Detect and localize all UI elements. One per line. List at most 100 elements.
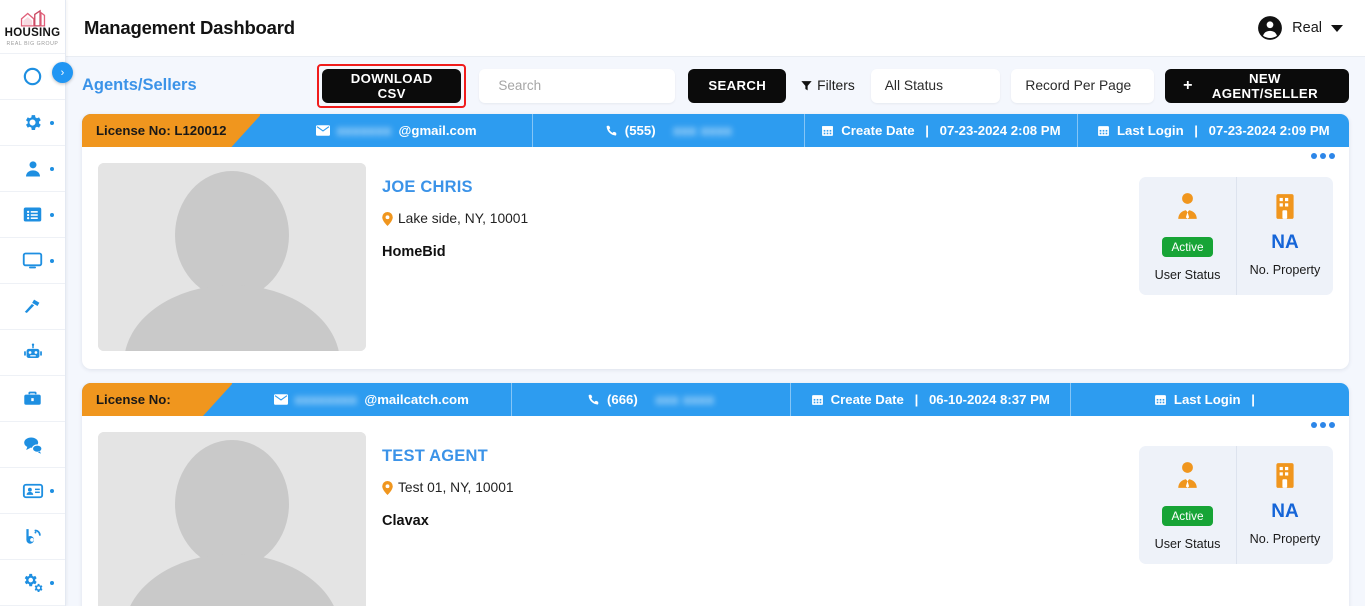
sidebar-item-tools[interactable] [0, 284, 65, 330]
main-area: Management Dashboard Real Agents/Sellers… [66, 0, 1365, 606]
monitor-icon [22, 252, 43, 269]
plus-icon: + [1183, 76, 1193, 94]
sidebar-item-listings[interactable] [0, 192, 65, 238]
download-csv-button[interactable]: DOWNLOAD CSV [322, 68, 462, 103]
sidebar-item-contacts[interactable] [0, 468, 65, 514]
phone-cell[interactable]: (555) xxx xxxx [531, 114, 804, 147]
envelope-icon [273, 394, 288, 405]
chevron-down-icon[interactable] [1331, 24, 1343, 32]
phone-cell[interactable]: (666) xxx xxxx [510, 383, 791, 416]
status-select[interactable]: All Status [870, 68, 1001, 103]
search-button[interactable]: SEARCH [688, 68, 787, 103]
email-cell[interactable]: xxxxxxx @gmail.com [260, 114, 531, 147]
speedometer-icon [23, 67, 42, 86]
new-agent-seller-label: NEW AGENT/SELLER [1211, 70, 1318, 101]
email-domain: @gmail.com [398, 123, 477, 138]
content-area: Agents/Sellers DOWNLOAD CSV SEARCH [66, 57, 1365, 606]
license-tag: License No: [82, 383, 232, 416]
last-login-cell: Last Login | [1069, 383, 1350, 416]
map-pin-icon [382, 480, 393, 495]
download-csv-highlight: DOWNLOAD CSV [317, 63, 467, 108]
sidebar-nav [0, 54, 65, 606]
record-per-page-select[interactable]: Record Per Page [1011, 68, 1155, 103]
agent-name[interactable]: JOE CHRIS [382, 178, 1139, 197]
phone-prefix: (555) [624, 123, 656, 138]
user-menu[interactable]: Real [1257, 15, 1343, 41]
brand-logo[interactable]: HOUSING REAL BIG GROUP [0, 0, 65, 54]
sidebar: HOUSING REAL BIG GROUP [0, 0, 66, 606]
user-status-stat: Active User Status [1139, 177, 1236, 295]
license-tag: License No: L120012 [82, 114, 261, 147]
create-date-value: 07-23-2024 2:08 PM [939, 123, 1061, 138]
sidebar-item-settings[interactable] [0, 100, 65, 146]
nav-dot [49, 488, 54, 493]
top-bar: Management Dashboard Real [66, 0, 1365, 57]
agent-info: TEST AGENT Test 01, NY, 10001 Clavax [366, 432, 1139, 606]
agent-card-header: License No: xxxxxxxx @mailcatch.com (666)… [82, 383, 1349, 416]
phone-icon [605, 124, 618, 137]
agent-card: License No: L120012 xxxxxxx @gmail.com (5… [82, 114, 1349, 369]
email-domain: @mailcatch.com [364, 392, 469, 407]
id-card-icon [22, 483, 43, 498]
nav-dot [49, 258, 54, 263]
card-actions-menu[interactable] [1311, 153, 1335, 159]
agent-stats: Active User Status NA No. Property [1139, 446, 1333, 564]
sidebar-item-bots[interactable] [0, 330, 65, 376]
brand-name: HOUSING [4, 27, 61, 40]
property-count-value: NA [1271, 501, 1299, 522]
last-login-value: 07-23-2024 2:09 PM [1208, 123, 1330, 138]
create-date-cell: Create Date | 06-10-2024 8:37 PM [790, 383, 1070, 416]
sidebar-item-jobs[interactable] [0, 376, 65, 422]
search-box[interactable] [479, 68, 676, 103]
card-actions-menu[interactable] [1311, 422, 1335, 428]
agent-company: Clavax [382, 513, 429, 529]
last-login-cell: Last Login | 07-23-2024 2:09 PM [1076, 114, 1349, 147]
create-date-label: Create Date [830, 392, 904, 407]
agent-card: License No: xxxxxxxx @mailcatch.com (666)… [82, 383, 1349, 606]
sidebar-item-messages[interactable] [0, 422, 65, 468]
building-icon [1273, 191, 1297, 221]
gear-icon [26, 115, 41, 130]
sidebar-item-configuration[interactable] [0, 560, 65, 606]
calendar-icon [811, 393, 824, 406]
user-status-label: User Status [1154, 268, 1221, 282]
sidebar-toggle-button[interactable]: › [52, 62, 73, 83]
property-count-stat: NA No. Property [1236, 446, 1333, 564]
envelope-icon [315, 125, 330, 136]
user-tie-icon [1174, 191, 1201, 221]
agent-company: HomeBid [382, 244, 446, 260]
sidebar-item-users[interactable] [0, 146, 65, 192]
list-icon [23, 207, 42, 222]
avatar-placeholder-icon [98, 432, 366, 606]
section-title: Agents/Sellers [82, 76, 197, 94]
map-pin-icon [382, 211, 393, 226]
email-cell[interactable]: xxxxxxxx @mailcatch.com [232, 383, 511, 416]
phone-icon [587, 393, 600, 406]
agent-location-text: Test 01, NY, 10001 [398, 480, 514, 495]
search-input[interactable] [498, 78, 676, 93]
phone-redacted: xxx xxxx [673, 123, 733, 138]
sidebar-item-blog[interactable] [0, 514, 65, 560]
agent-location-text: Lake side, NY, 10001 [398, 211, 529, 226]
sidebar-item-monitor[interactable] [0, 238, 65, 284]
toolbar: Agents/Sellers DOWNLOAD CSV SEARCH [82, 57, 1349, 114]
property-count-stat: NA No. Property [1236, 177, 1333, 295]
gears-icon [24, 573, 42, 592]
last-login-label: Last Login [1173, 392, 1241, 407]
new-agent-seller-button[interactable]: + NEW AGENT/SELLER [1165, 68, 1349, 103]
account-circle-icon [1258, 16, 1283, 40]
filters-toggle[interactable]: Filters [800, 78, 855, 93]
agent-photo [98, 432, 366, 606]
building-icon [1273, 460, 1297, 490]
user-name: Real [1292, 20, 1322, 36]
chat-icon [23, 436, 43, 454]
calendar-icon [1154, 393, 1167, 406]
agent-photo [98, 163, 366, 351]
agent-card-header: License No: L120012 xxxxxxx @gmail.com (5… [82, 114, 1349, 147]
create-date-value: 06-10-2024 8:37 PM [928, 392, 1050, 407]
agent-stats: Active User Status NA No. Property [1139, 177, 1333, 295]
user-status-stat: Active User Status [1139, 446, 1236, 564]
agent-name[interactable]: TEST AGENT [382, 447, 1139, 466]
avatar-placeholder-icon [98, 163, 366, 351]
property-count-label: No. Property [1249, 532, 1321, 546]
